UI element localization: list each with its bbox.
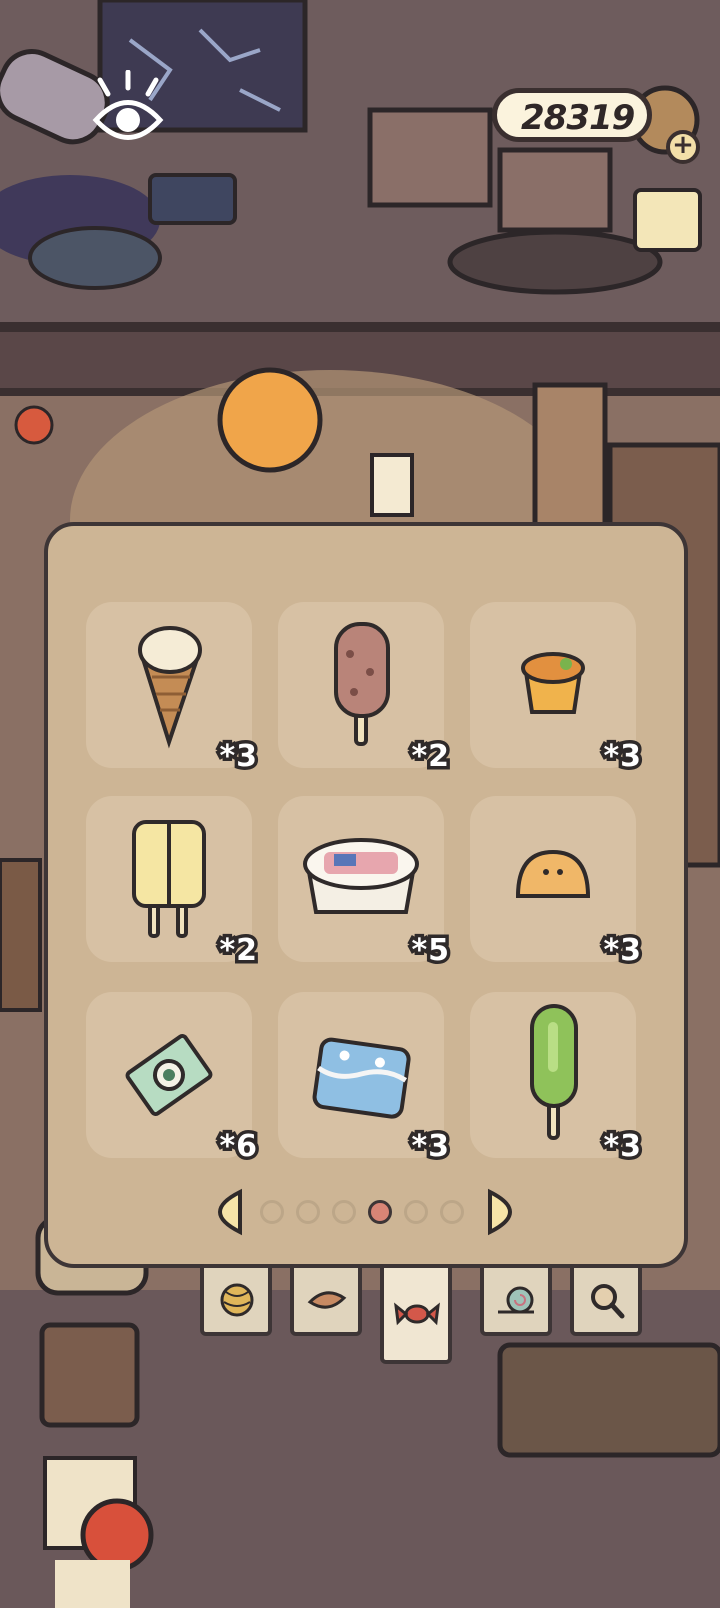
tab-yarn[interactable] [200, 1268, 272, 1336]
leaf-icon [307, 1291, 347, 1309]
item-count: *3 [600, 930, 644, 972]
item-count: *3 [600, 736, 644, 778]
inventory-slot-green-popsicle[interactable]: *3 [470, 992, 644, 1168]
add-currency-button[interactable]: + [666, 130, 700, 164]
tab-leaf[interactable] [290, 1268, 362, 1336]
previous-page-button[interactable] [218, 1188, 244, 1236]
item-count: *3 [216, 736, 260, 778]
page-dot-5[interactable] [404, 1200, 428, 1224]
currency-counter: 28319 [492, 88, 652, 142]
inventory-slot-blue-ice-cream-box[interactable]: *3 [278, 992, 452, 1168]
currency-amount: 28319 [521, 98, 635, 138]
page-dot-3[interactable] [332, 1200, 356, 1224]
inventory-slot-chocolate-popsicle[interactable]: *2 [278, 602, 452, 778]
yarn-icon [220, 1283, 254, 1317]
page-indicator [218, 1188, 513, 1238]
magnifier-icon [591, 1284, 625, 1319]
inventory-panel: *3 *2 *3 *2 *5 *3 *6 *3 *3 [44, 522, 688, 1268]
item-count: *2 [216, 930, 260, 972]
inventory-slot-fruit-cup[interactable]: *3 [470, 602, 644, 778]
snail-icon [498, 1286, 534, 1314]
inventory-slot-candy-packet[interactable]: *6 [86, 992, 260, 1168]
item-count: *2 [408, 736, 452, 778]
item-count: *5 [408, 930, 452, 972]
tab-snail[interactable] [480, 1268, 552, 1336]
category-tabs [190, 1268, 660, 1378]
item-count: *6 [216, 1126, 260, 1168]
item-count: *3 [408, 1126, 452, 1168]
page-dot-1[interactable] [260, 1200, 284, 1224]
next-page-button[interactable] [486, 1188, 512, 1236]
inventory-slot-ice-cream-cone[interactable]: *3 [86, 602, 260, 778]
page-dot-6[interactable] [440, 1200, 464, 1224]
tab-candy[interactable] [380, 1268, 452, 1364]
tab-magnifier[interactable] [570, 1268, 642, 1336]
candy-icon [394, 1302, 440, 1326]
inventory-slot-twin-popsicle[interactable]: *2 [86, 796, 260, 972]
visibility-toggle-button[interactable] [88, 69, 168, 154]
eye-icon [92, 69, 164, 140]
page-dot-2[interactable] [296, 1200, 320, 1224]
inventory-slot-ice-cream-tub[interactable]: *5 [278, 796, 452, 972]
page-dot-4[interactable] [368, 1200, 392, 1224]
item-count: *3 [600, 1126, 644, 1168]
inventory-slot-bun[interactable]: *3 [470, 796, 644, 972]
